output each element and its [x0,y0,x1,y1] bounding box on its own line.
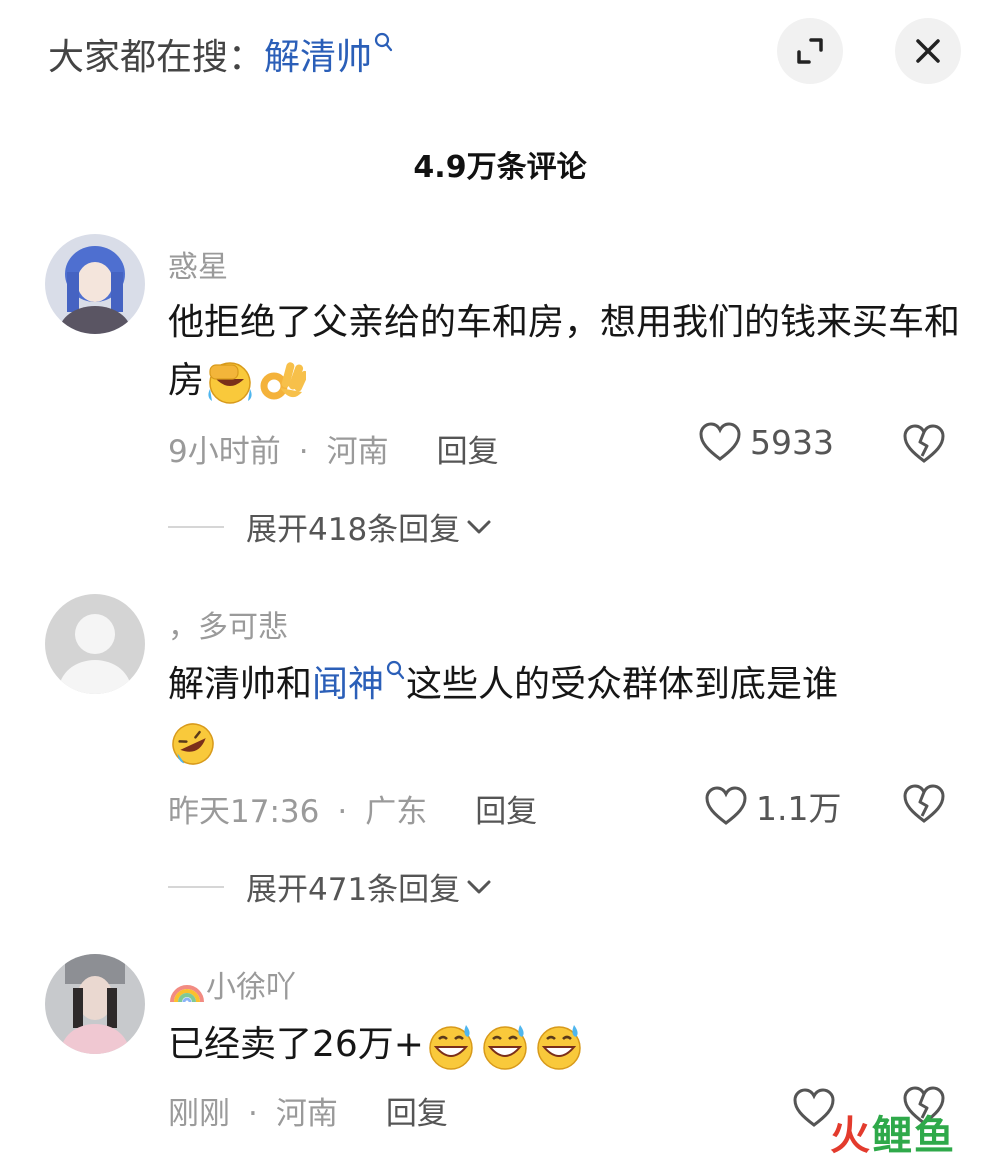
comment-count: 4.9万条评论 [413,150,587,185]
header: 大家都在搜：解清帅 [0,0,1000,110]
like-count: 5933 [750,422,834,462]
expand-replies[interactable]: 展开418条回复 [168,504,492,549]
comment-meta: 刚刚 · 河南 回复 [168,1096,448,1132]
reply-button[interactable]: 回复 [475,794,537,830]
heart-icon [699,422,741,461]
chevron-down-icon [467,880,491,893]
topic-link[interactable]: 闻神 [312,664,384,705]
search-term[interactable]: 解清帅 [264,37,372,78]
username-text: 小徐吖 [206,970,296,1005]
username[interactable]: 惑星 [168,242,228,286]
dislike-button[interactable] [902,784,946,828]
chevron-down-icon [467,520,491,533]
comment-time: 昨天17:36 [168,794,320,830]
username[interactable]: ，多可悲 [168,602,288,646]
comment-location: 河南 [326,434,389,470]
divider-line [168,525,224,528]
grinning-sweat-emoji [429,1025,473,1070]
like-button[interactable]: 5933 [698,422,834,462]
avatar[interactable] [45,594,145,694]
search-icon [386,660,405,680]
dislike-button[interactable] [902,424,946,468]
comment-body: 已经卖了26万+ [168,1024,424,1065]
comment-body: 这些人的受众群体到底是谁 [406,664,839,705]
watermark-logo: 火鲤鱼 [830,1103,956,1161]
comment-text: 已经卖了26万+ [168,1016,968,1074]
comment-location: 广东 [365,794,428,830]
broken-heart-icon [903,784,945,823]
like-count: 1.1万 [756,789,842,828]
expand-replies[interactable]: 展开471条回复 [168,864,492,909]
comment-text: 解清帅和闻神 这些人的受众群体到底是谁 [168,656,968,772]
comment-meta: 9小时前 · 河南 回复 [168,434,499,470]
broken-heart-icon [903,424,945,463]
expand-replies-label: 展开471条回复 [246,872,461,908]
watermark-part2: 鲤鱼 [872,1113,956,1159]
watermark-part1: 火 [830,1113,872,1159]
username[interactable]: 小徐吖 [168,962,296,1006]
reply-button[interactable]: 回复 [437,434,499,470]
comment-meta: 昨天17:36 · 广东 回复 [168,794,538,830]
like-button[interactable]: 1.1万 [704,782,841,830]
close-icon [916,39,940,63]
search-suggestion[interactable]: 大家都在搜：解清帅 [48,28,394,80]
search-icon [374,32,393,52]
avatar[interactable] [45,954,145,1054]
heart-icon [705,786,747,825]
close-button[interactable] [895,18,961,84]
grinning-sweat-emoji [483,1025,527,1070]
rainbow-icon [170,984,204,1002]
rolling-laughing-emoji [172,723,214,765]
facepalm-laughing-emoji [208,362,252,404]
comment-text: 他拒绝了父亲给的车和房，想用我们的钱来买车和房 [168,294,968,410]
divider-line [168,885,224,888]
ok-hand-emoji [260,362,307,400]
grinning-sweat-emoji [537,1025,581,1070]
comment-time: 9小时前 [168,434,281,470]
expand-replies-label: 展开418条回复 [246,512,461,548]
avatar[interactable] [45,234,145,334]
search-prefix: 大家都在搜： [48,37,265,78]
comment-body: 解清帅和 [168,664,313,705]
expand-icon [797,38,823,64]
comment-time: 刚刚 [168,1096,230,1132]
comment-location: 河南 [275,1096,338,1132]
reply-button[interactable]: 回复 [386,1096,448,1132]
expand-button[interactable] [777,18,843,84]
